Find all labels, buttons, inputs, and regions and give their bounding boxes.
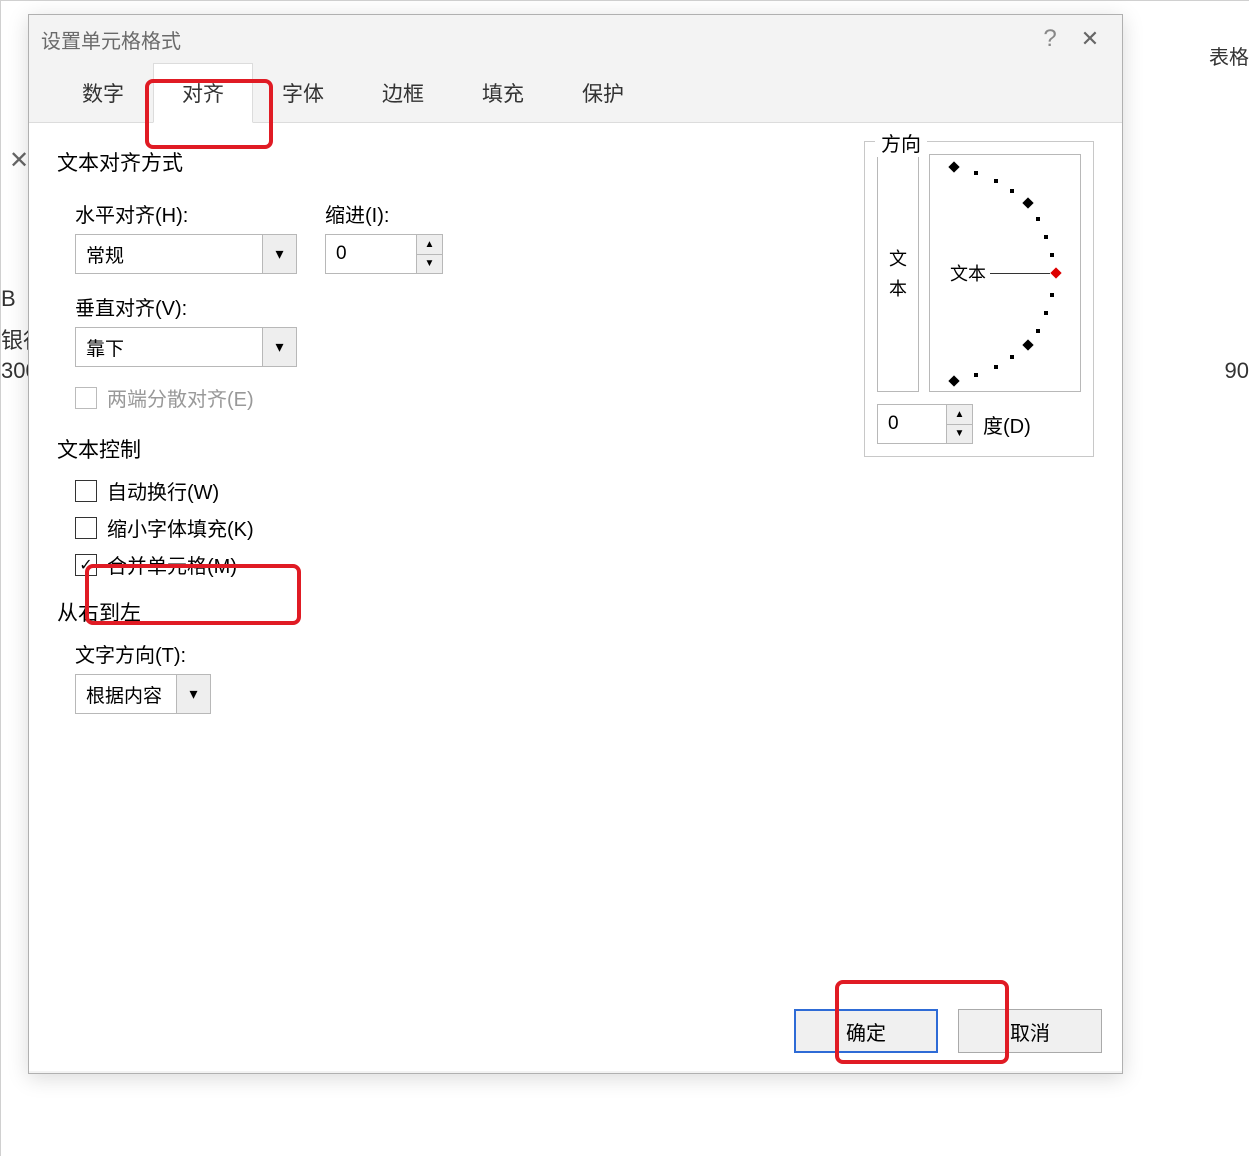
text-align-section-title: 文本对齐方式 xyxy=(57,147,864,177)
dial-mark-icon xyxy=(1050,253,1054,257)
dial-mark-icon xyxy=(994,179,998,183)
arrow-down-icon[interactable]: ▼ xyxy=(417,254,442,274)
dial-mark-icon xyxy=(974,373,978,377)
dial-mark-icon xyxy=(1050,293,1054,297)
chevron-down-icon[interactable]: ▾ xyxy=(262,235,296,273)
bg-close-icon: ✕ xyxy=(9,146,29,175)
text-dir-value: 根据内容 xyxy=(76,675,176,713)
dialog-body: 文本对齐方式 水平对齐(H): 常规 ▾ 缩进(I): 0 xyxy=(29,123,1122,1071)
indent-spinner[interactable]: 0 ▲ ▼ xyxy=(325,234,443,274)
dial-handle-icon[interactable] xyxy=(1050,267,1061,278)
orientation-group: 方向 文 本 文本 xyxy=(864,141,1094,457)
merge-checkbox[interactable]: ✓ xyxy=(75,554,97,576)
dialog-titlebar: 设置单元格格式 ? ✕ xyxy=(29,15,1122,63)
dial-mark-icon xyxy=(948,375,959,386)
tab-border[interactable]: 边框 xyxy=(353,63,453,122)
bg-right-num: 90 xyxy=(1225,358,1249,384)
h-align-combo[interactable]: 常规 ▾ xyxy=(75,234,297,274)
indent-label: 缩进(I): xyxy=(325,199,443,228)
degree-spinner[interactable]: 0 ▲ ▼ xyxy=(877,404,973,444)
bg-col-header: B xyxy=(1,286,16,312)
v-align-combo[interactable]: 靠下 ▾ xyxy=(75,327,297,367)
close-icon[interactable]: ✕ xyxy=(1070,26,1110,52)
dial-mark-icon xyxy=(1036,329,1040,333)
rtl-section-title: 从右到左 xyxy=(57,597,864,627)
format-cells-dialog: 设置单元格格式 ? ✕ 数字 对齐 字体 边框 填充 保护 文本对齐方式 水平对… xyxy=(28,14,1123,1074)
orientation-dial[interactable]: 文本 xyxy=(929,154,1081,392)
ok-button[interactable]: 确定 xyxy=(794,1009,938,1053)
shrink-label: 缩小字体填充(K) xyxy=(107,513,254,542)
wrap-checkbox[interactable] xyxy=(75,480,97,502)
tab-font[interactable]: 字体 xyxy=(253,63,353,122)
dial-mark-icon xyxy=(1022,197,1033,208)
dial-mark-icon xyxy=(974,171,978,175)
merge-label: 合并单元格(M) xyxy=(107,550,237,579)
cancel-button[interactable]: 取消 xyxy=(958,1009,1102,1053)
dial-mark-icon xyxy=(1010,355,1014,359)
bg-right-top: 表格 xyxy=(1209,41,1249,70)
indent-value[interactable]: 0 xyxy=(326,235,416,273)
v-align-value: 靠下 xyxy=(76,328,262,366)
tab-number[interactable]: 数字 xyxy=(53,63,153,122)
dial-mark-icon xyxy=(1044,311,1048,315)
vertical-text-button[interactable]: 文 本 xyxy=(877,154,919,392)
degree-value[interactable]: 0 xyxy=(878,405,946,443)
dialog-buttons: 确定 取消 xyxy=(794,1009,1102,1053)
shrink-checkbox[interactable] xyxy=(75,517,97,539)
h-align-value: 常规 xyxy=(76,235,262,273)
text-control-section-title: 文本控制 xyxy=(57,434,864,464)
tab-protect[interactable]: 保护 xyxy=(553,63,653,122)
help-icon[interactable]: ? xyxy=(1030,25,1070,53)
wrap-label: 自动换行(W) xyxy=(107,476,219,505)
dial-mark-icon xyxy=(1022,339,1033,350)
orientation-title: 方向 xyxy=(875,128,927,157)
dial-line xyxy=(990,273,1050,274)
h-align-label: 水平对齐(H): xyxy=(75,199,297,228)
dial-mark-icon xyxy=(1010,189,1014,193)
tab-align[interactable]: 对齐 xyxy=(153,63,253,123)
degree-label: 度(D) xyxy=(983,410,1031,439)
dial-mark-icon xyxy=(1044,235,1048,239)
text-dir-combo[interactable]: 根据内容 ▾ xyxy=(75,674,211,714)
chevron-down-icon[interactable]: ▾ xyxy=(176,675,210,713)
arrow-up-icon[interactable]: ▲ xyxy=(417,235,442,254)
justify-checkbox xyxy=(75,387,97,409)
chevron-down-icon[interactable]: ▾ xyxy=(262,328,296,366)
text-dir-label: 文字方向(T): xyxy=(75,639,864,668)
arrow-down-icon[interactable]: ▼ xyxy=(947,424,972,444)
dial-mark-icon xyxy=(948,161,959,172)
arrow-up-icon[interactable]: ▲ xyxy=(947,405,972,424)
tab-fill[interactable]: 填充 xyxy=(453,63,553,122)
dial-mark-icon xyxy=(994,365,998,369)
dialog-tabs: 数字 对齐 字体 边框 填充 保护 xyxy=(29,63,1122,123)
dialog-title: 设置单元格格式 xyxy=(41,25,1030,54)
dial-mark-icon xyxy=(1036,217,1040,221)
justify-label: 两端分散对齐(E) xyxy=(107,383,254,412)
v-align-label: 垂直对齐(V): xyxy=(75,292,864,321)
dial-text: 文本 xyxy=(950,260,986,286)
